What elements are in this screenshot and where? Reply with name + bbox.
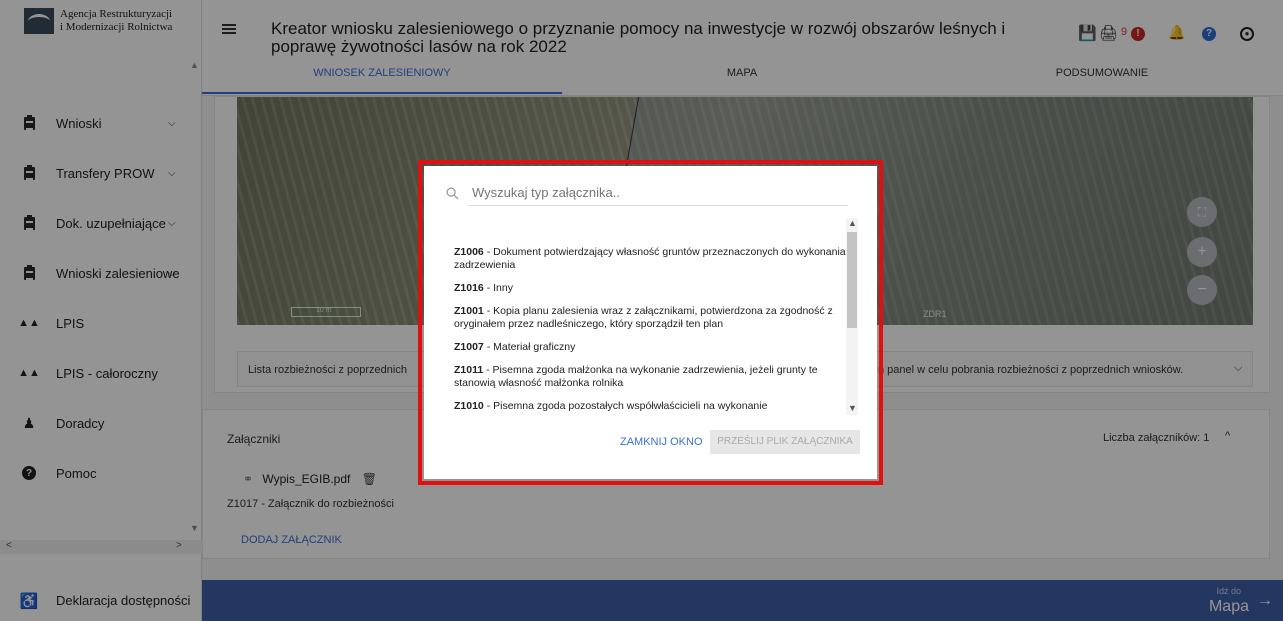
list-item[interactable]: Z1010 - Pisemna zgoda pozostałych współw… — [454, 400, 849, 411]
list-item[interactable]: Z1011 - Pisemna zgoda małżonka na wykona… — [454, 364, 849, 390]
attachment-type-list: Z1006 - Dokument potwierdzający własność… — [454, 221, 849, 411]
list-scrollbar[interactable]: ▲ ▼ — [846, 218, 858, 415]
attachment-type-dialog: Z1006 - Dokument potwierdzający własność… — [424, 166, 877, 479]
list-item[interactable]: Z1007 - Materiał graficzny — [454, 341, 849, 354]
list-item[interactable]: Z1016 - Inny — [454, 282, 849, 295]
search-icon — [446, 187, 459, 200]
list-item[interactable]: Z1006 - Dokument potwierdzający własność… — [454, 246, 849, 272]
send-attachment-button[interactable]: PRZEŚLIJ PLIK ZAŁĄCZNIKA — [710, 430, 860, 454]
scroll-down-icon[interactable]: ▼ — [848, 403, 857, 413]
scroll-up-icon[interactable]: ▲ — [848, 218, 857, 228]
scrollbar-thumb[interactable] — [847, 232, 857, 328]
list-item[interactable]: Z1001 - Kopia planu zalesienia wraz z za… — [454, 305, 849, 331]
attachment-type-search-input[interactable] — [468, 180, 848, 206]
close-dialog-button[interactable]: ZAMKNIJ OKNO — [620, 436, 703, 448]
